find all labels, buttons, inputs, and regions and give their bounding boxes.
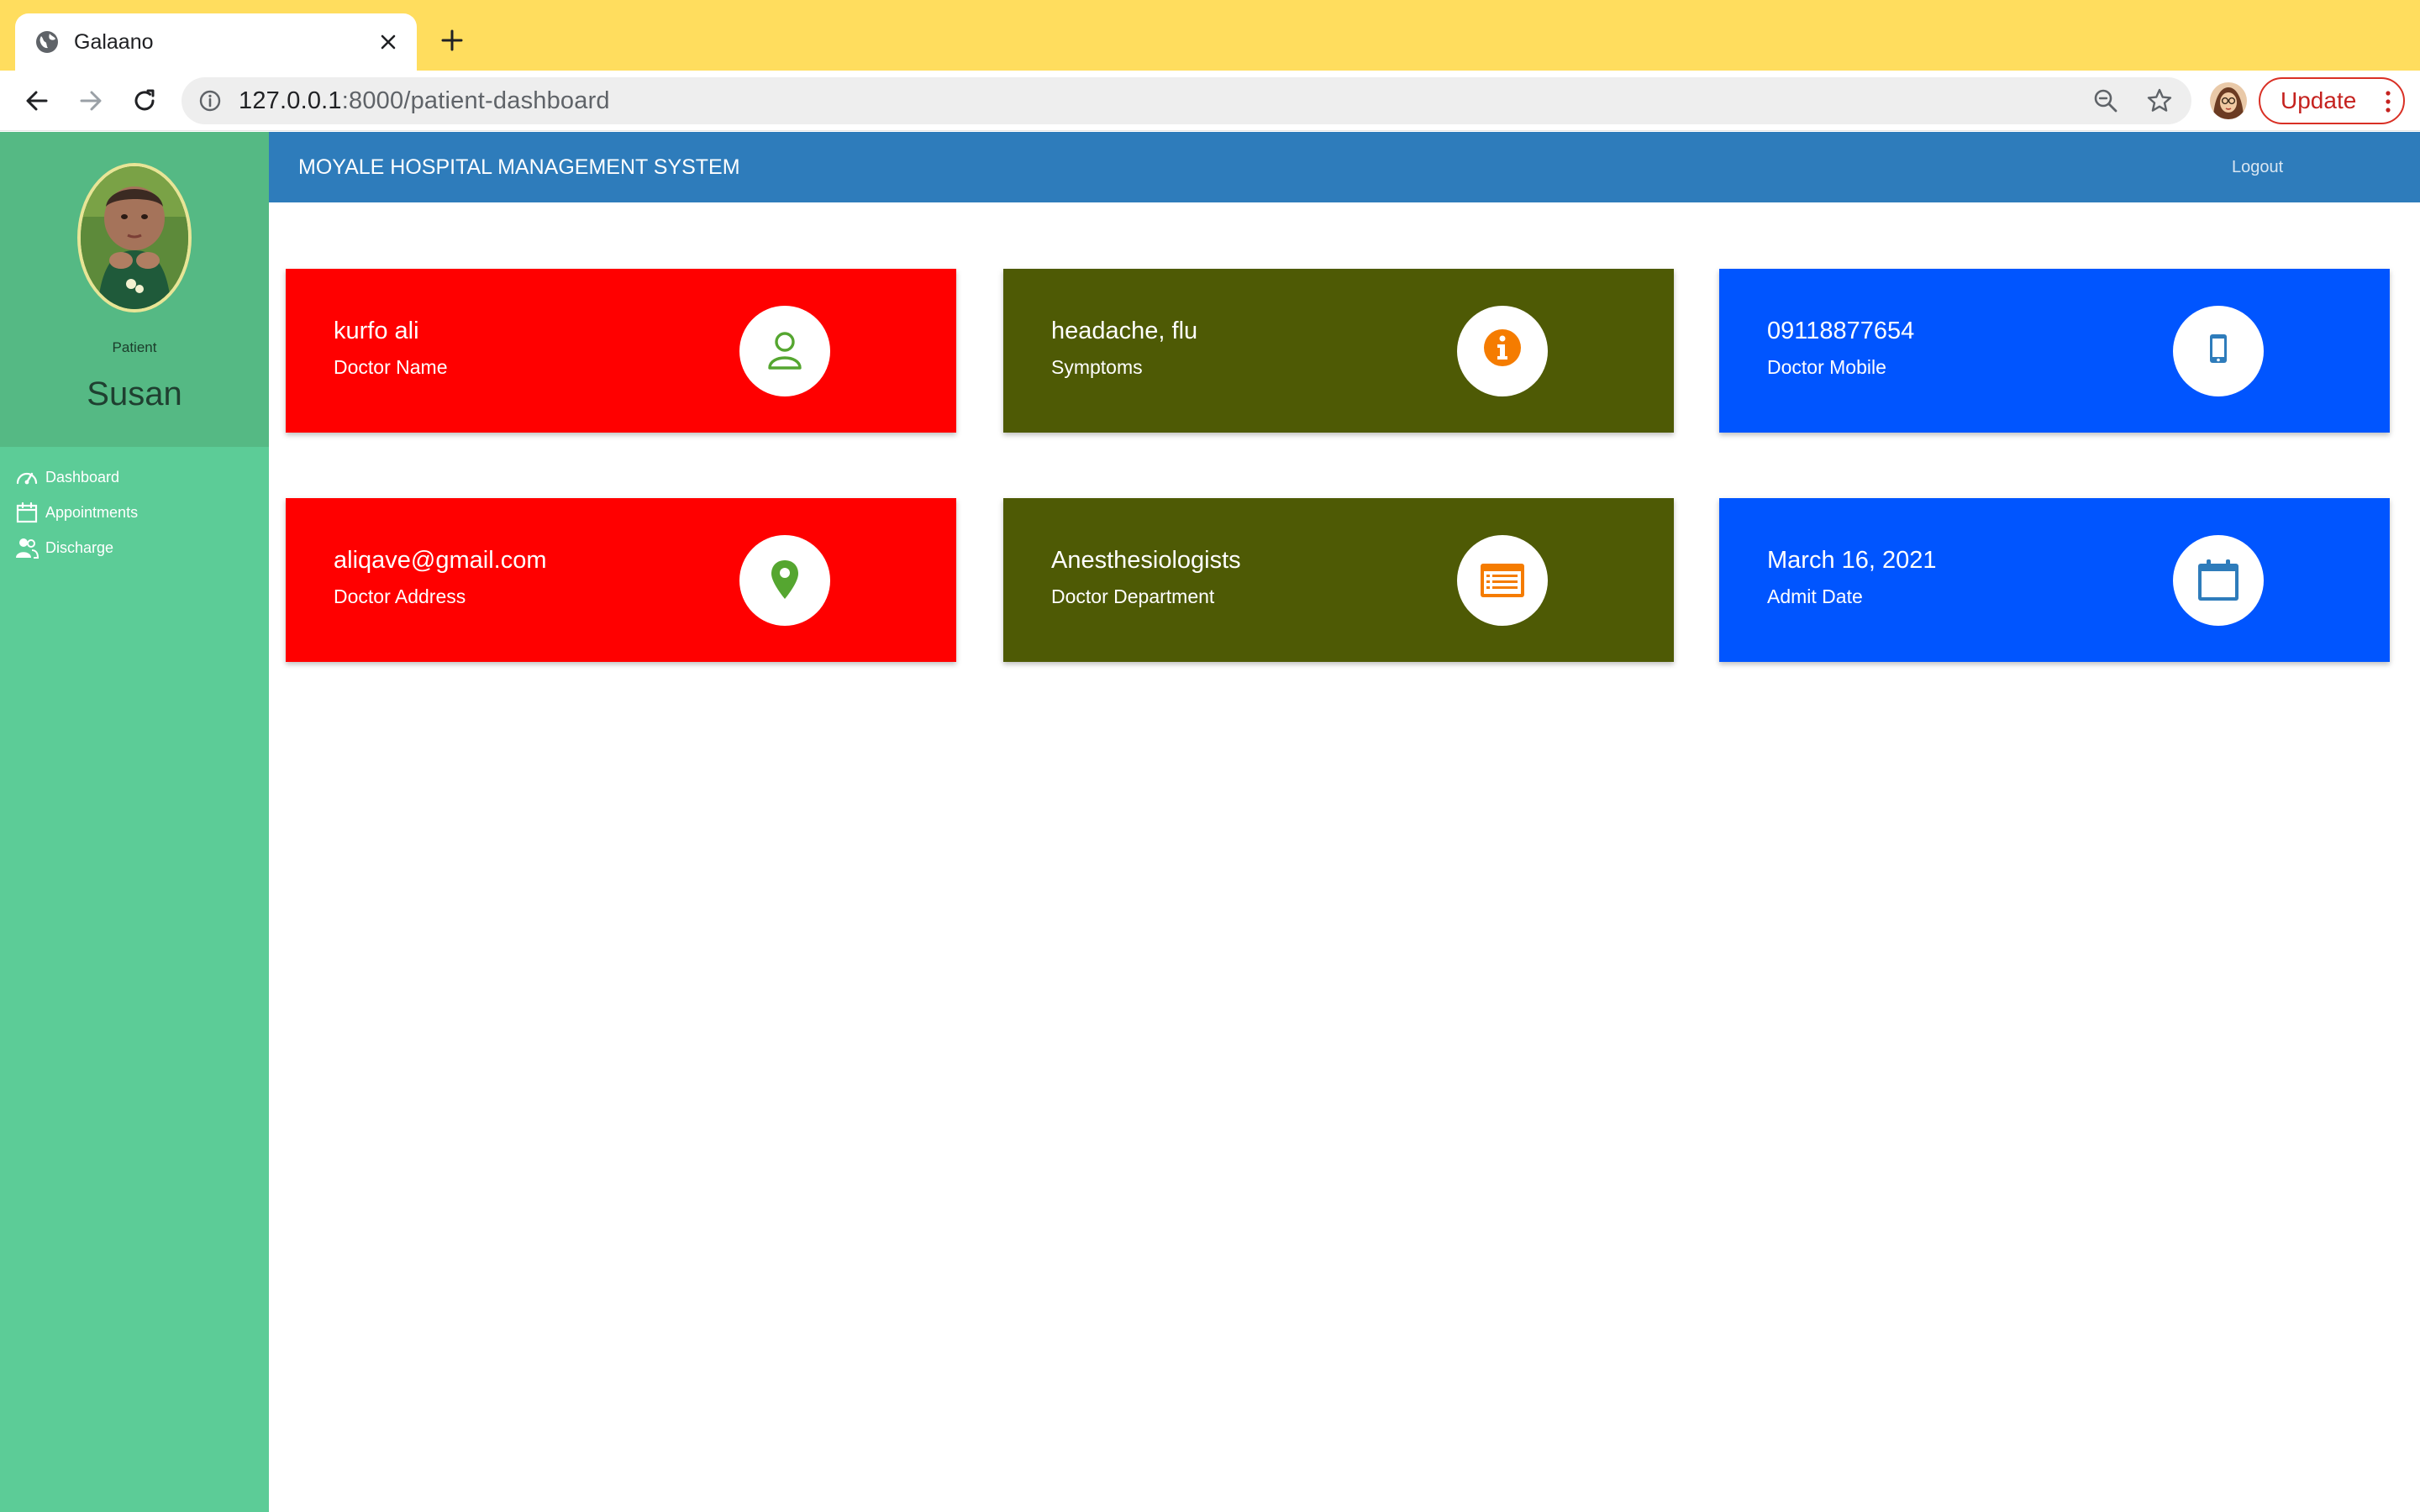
sidebar-item-appointments[interactable]: Appointments bbox=[15, 495, 138, 530]
site-info-icon[interactable] bbox=[198, 89, 222, 113]
card-icon-circle bbox=[1457, 535, 1548, 626]
card-doctor-department: Anesthesiologists Doctor Department bbox=[1003, 498, 1674, 662]
logout-link[interactable]: Logout bbox=[2232, 132, 2283, 202]
patient-profile: Patient Susan bbox=[0, 132, 269, 447]
tab-title: Galaano bbox=[74, 30, 154, 54]
card-icon-circle bbox=[1457, 306, 1548, 396]
users-icon bbox=[16, 538, 39, 559]
sidebar: Patient Susan Dashboard Appointments Dis… bbox=[0, 132, 269, 1512]
close-icon[interactable] bbox=[375, 29, 402, 55]
card-label: Admit Date bbox=[1767, 585, 1863, 607]
card-value: kurfo ali bbox=[334, 318, 419, 344]
sidebar-item-discharge[interactable]: Discharge bbox=[15, 530, 138, 565]
sidebar-item-label: Dashboard bbox=[45, 468, 120, 486]
list-card-icon bbox=[1481, 564, 1524, 597]
more-vertical-icon bbox=[2386, 91, 2391, 113]
card-value: 09118877654 bbox=[1767, 318, 1915, 344]
card-value: March 16, 2021 bbox=[1767, 547, 1937, 574]
user-icon bbox=[768, 332, 802, 370]
card-value: headache, flu bbox=[1051, 318, 1198, 344]
card-label: Symptoms bbox=[1051, 356, 1143, 378]
app-title: MOYALE HOSPITAL MANAGEMENT SYSTEM bbox=[298, 155, 740, 179]
patient-avatar bbox=[77, 163, 192, 312]
card-value: Anesthesiologists bbox=[1051, 547, 1241, 574]
sidebar-item-label: Discharge bbox=[45, 538, 114, 556]
card-icon-circle bbox=[739, 306, 830, 396]
sidebar-item-dashboard[interactable]: Dashboard bbox=[15, 459, 138, 495]
forward-arrow-icon[interactable] bbox=[76, 86, 106, 116]
globe-icon bbox=[36, 31, 58, 53]
address-bar[interactable]: 127.0.0.1:8000/patient-dashboard bbox=[182, 77, 2191, 124]
card-label: Doctor Address bbox=[334, 585, 466, 607]
patient-photo bbox=[81, 166, 188, 309]
card-label: Doctor Name bbox=[334, 356, 448, 378]
card-icon-circle bbox=[2173, 306, 2264, 396]
card-admit-date: March 16, 2021 Admit Date bbox=[1719, 498, 2390, 662]
mobile-icon bbox=[2210, 334, 2227, 363]
patient-role: Patient bbox=[112, 339, 157, 355]
browser-tab-bar: Galaano bbox=[0, 0, 2420, 71]
calendar-icon bbox=[2198, 559, 2238, 601]
reload-icon[interactable] bbox=[129, 86, 160, 116]
bookmark-star-icon[interactable] bbox=[2146, 87, 2173, 114]
card-doctor-mobile: 09118877654 Doctor Mobile bbox=[1719, 269, 2390, 433]
card-symptoms: headache, flu Symptoms bbox=[1003, 269, 1674, 433]
update-button[interactable]: Update bbox=[2259, 77, 2405, 124]
zoom-out-icon[interactable] bbox=[2092, 87, 2119, 114]
card-icon-circle bbox=[2173, 535, 2264, 626]
card-label: Doctor Department bbox=[1051, 585, 1215, 607]
app-header: MOYALE HOSPITAL MANAGEMENT SYSTEM Logout bbox=[269, 132, 2420, 202]
calendar-icon bbox=[16, 501, 38, 523]
url-path: :8000/patient-dashboard bbox=[341, 87, 610, 114]
profile-avatar-icon bbox=[2210, 82, 2247, 119]
card-value: aliqave@gmail.com bbox=[334, 547, 547, 574]
card-doctor-name: kurfo ali Doctor Name bbox=[286, 269, 956, 433]
gauge-icon bbox=[16, 472, 38, 485]
back-arrow-icon[interactable] bbox=[22, 86, 52, 116]
card-doctor-address: aliqave@gmail.com Doctor Address bbox=[286, 498, 956, 662]
browser-tab[interactable]: Galaano bbox=[15, 13, 417, 71]
browser-toolbar: 127.0.0.1:8000/patient-dashboard Update bbox=[0, 71, 2420, 131]
patient-name: Susan bbox=[87, 375, 182, 412]
new-tab-plus-icon[interactable] bbox=[437, 25, 467, 55]
url-host: 127.0.0.1 bbox=[239, 87, 342, 114]
url-text[interactable]: 127.0.0.1:8000/patient-dashboard bbox=[239, 77, 610, 124]
sidebar-menu: Dashboard Appointments Discharge bbox=[15, 459, 138, 565]
map-pin-icon bbox=[771, 560, 798, 599]
card-icon-circle bbox=[739, 535, 830, 626]
card-label: Doctor Mobile bbox=[1767, 356, 1886, 378]
info-icon bbox=[1484, 329, 1521, 366]
update-label: Update bbox=[2281, 87, 2357, 113]
profile-avatar[interactable] bbox=[2210, 82, 2247, 119]
sidebar-item-label: Appointments bbox=[45, 503, 139, 521]
